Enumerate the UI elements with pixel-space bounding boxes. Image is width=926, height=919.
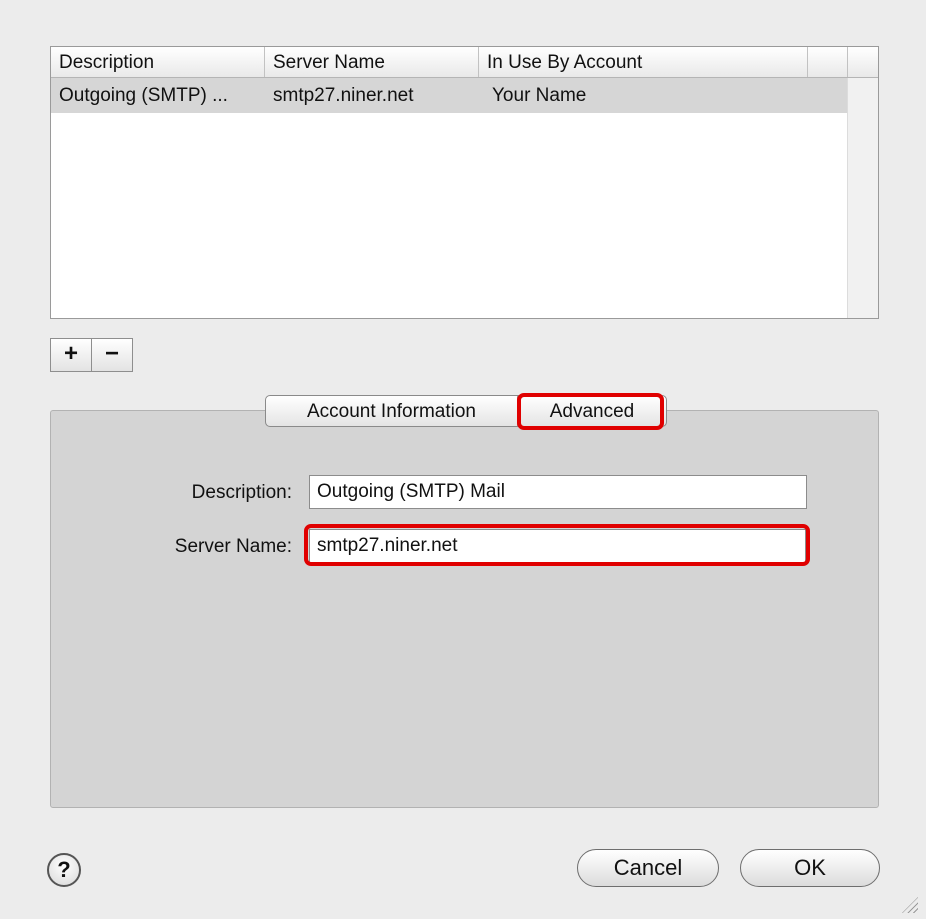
column-header-description[interactable]: Description: [51, 47, 265, 77]
column-header-server-name[interactable]: Server Name: [265, 47, 479, 77]
help-icon[interactable]: ?: [47, 853, 81, 887]
advanced-tab-highlight: [517, 393, 664, 430]
description-field[interactable]: Outgoing (SMTP) Mail: [309, 475, 807, 509]
server-name-label: Server Name:: [174, 536, 292, 557]
tab-panel: [50, 410, 879, 808]
column-header-spacer: [808, 47, 848, 77]
ok-button[interactable]: OK: [740, 849, 880, 887]
smtp-server-table[interactable]: Description Server Name In Use By Accoun…: [50, 46, 879, 319]
row-description: Outgoing (SMTP) ...: [59, 85, 228, 106]
row-server-name: smtp27.niner.net: [273, 85, 414, 106]
column-header-in-use-by-account[interactable]: In Use By Account: [479, 47, 808, 77]
add-server-button[interactable]: +: [50, 338, 92, 372]
resize-grip-icon[interactable]: [902, 897, 918, 913]
remove-server-button[interactable]: −: [91, 338, 133, 372]
table-header: Description Server Name In Use By Accoun…: [51, 47, 878, 78]
row-in-use-by: Your Name: [492, 85, 587, 106]
table-row[interactable]: Outgoing (SMTP) ... smtp27.niner.net You…: [51, 78, 848, 113]
cancel-button[interactable]: Cancel: [577, 849, 719, 887]
table-scrollbar[interactable]: [847, 78, 878, 318]
description-label: Description:: [191, 482, 292, 503]
server-name-highlight: [304, 524, 810, 566]
tab-account-information[interactable]: Account Information: [266, 396, 517, 426]
